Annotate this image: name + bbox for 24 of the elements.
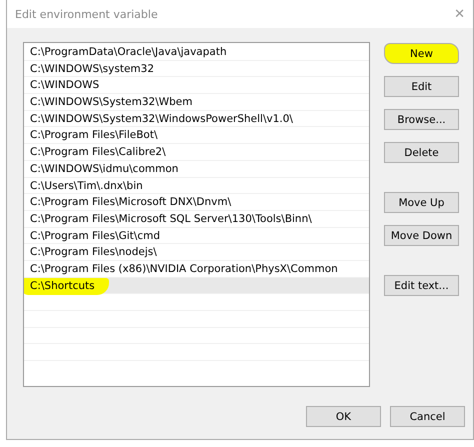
side-button[interactable]: Move Up bbox=[384, 192, 459, 213]
side-button[interactable]: New bbox=[384, 43, 459, 64]
path-entry[interactable]: C:\Program Files\Calibre2\ bbox=[24, 144, 369, 161]
path-entry[interactable]: C:\Program Files\Git\cmd bbox=[24, 228, 369, 244]
path-entry[interactable]: C:\Program Files\Microsoft DNX\Dnvm\ bbox=[24, 194, 369, 211]
path-entry[interactable]: C:\WINDOWS\system32 bbox=[24, 60, 369, 78]
path-entry[interactable]: C:\WINDOWS\System32\WindowsPowerShell\v1.0\ bbox=[24, 110, 369, 128]
side-button[interactable]: Edit bbox=[384, 76, 459, 97]
path-entry[interactable]: C:\Shortcuts bbox=[24, 278, 369, 294]
side-button[interactable]: Delete bbox=[384, 142, 459, 163]
path-entry[interactable]: C:\WINDOWS\System32\Wbem bbox=[24, 94, 369, 111]
side-button[interactable]: Move Down bbox=[384, 225, 459, 246]
path-entry[interactable]: C:\Users\Tim\.dnx\bin bbox=[24, 178, 369, 194]
side-button[interactable]: Browse... bbox=[384, 109, 459, 130]
dialog-button[interactable]: OK bbox=[306, 406, 381, 427]
window-title: Edit environment variable bbox=[15, 8, 158, 20]
path-entry[interactable]: C:\Program Files\FileBot\ bbox=[24, 127, 369, 144]
path-entry[interactable]: C:\Program Files\Microsoft SQL Server\130\Tools\Binn\ bbox=[24, 210, 369, 228]
dialog-button[interactable]: Cancel bbox=[390, 406, 465, 427]
path-entry[interactable]: C:\WINDOWS\idmu\common bbox=[24, 160, 369, 178]
path-entry[interactable]: C:\WINDOWS bbox=[24, 77, 369, 94]
side-button[interactable]: Edit text... bbox=[384, 275, 459, 296]
path-entry[interactable]: C:\Program Files\nodejs\ bbox=[24, 244, 369, 261]
path-entry[interactable]: C:\ProgramData\Oracle\Java\javapath bbox=[24, 44, 369, 61]
